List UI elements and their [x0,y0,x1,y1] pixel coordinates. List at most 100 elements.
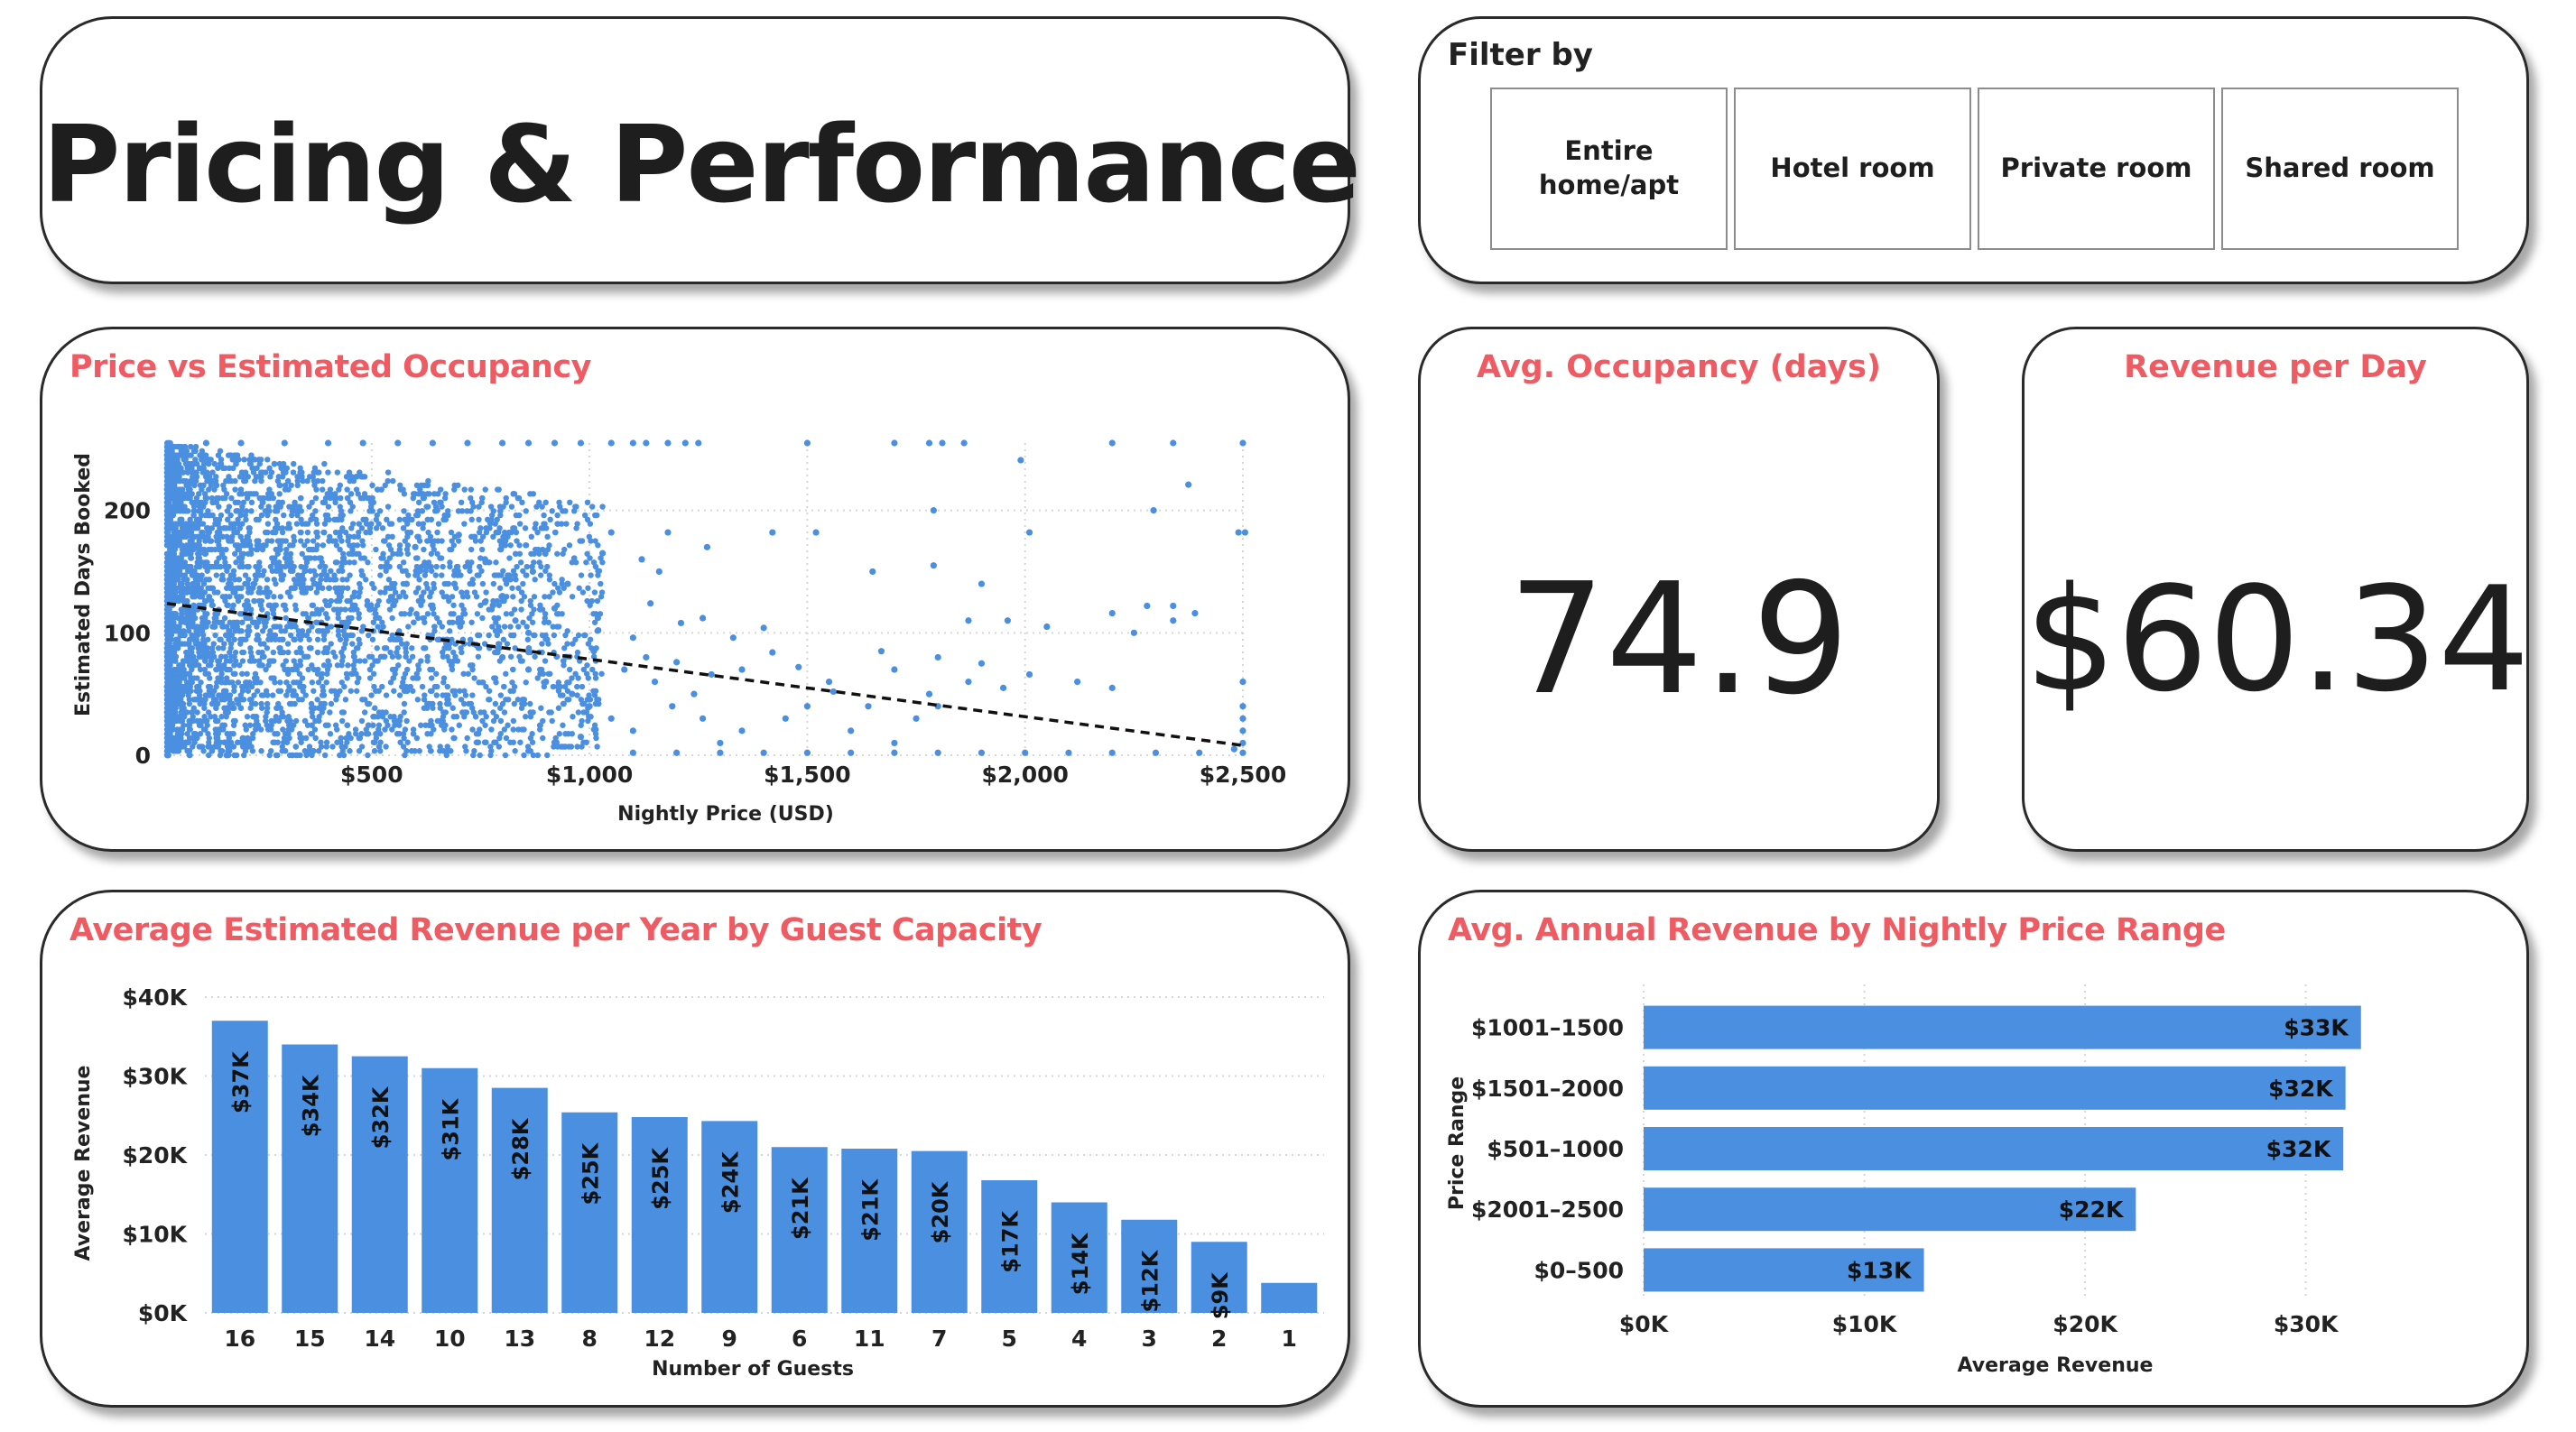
scatter-point-cloud [294,477,301,485]
scatter-point-cloud [326,585,333,591]
scatter-point-cloud [483,739,489,745]
page-title: Pricing & Performance [42,102,1361,226]
scatter-point-cloud [450,714,457,720]
scatter-point-cloud [383,709,389,716]
scatter-point-cloud [396,692,403,698]
scatter-point-cloud [335,614,341,622]
scatter-point-cloud [497,692,505,698]
scatter-point-cloud [164,752,171,759]
scatter-point-cloud [563,521,570,527]
scatter-point-cloud [271,624,277,630]
scatter-point-cloud [475,653,482,660]
scatter-point [1170,439,1177,447]
scatter-point [965,678,972,686]
scatter-point-cloud [368,653,375,660]
scatter-point-cloud [196,649,202,656]
scatter-point-cloud [566,666,573,673]
scatter-point-cloud [196,538,202,544]
scatter-point-cloud [268,748,274,754]
guests-x-tick-label: 13 [504,1326,535,1352]
scatter-point-cloud [313,486,320,493]
scatter-point-cloud [469,726,476,733]
scatter-point-cloud [233,559,239,566]
scatter-point-cloud [164,563,171,570]
scatter-point-cloud [523,679,529,686]
scatter-point [930,507,937,514]
filter-shared-room-button[interactable]: Shared room [2221,88,2459,250]
scatter-point-cloud [383,692,390,698]
scatter-point [681,439,689,447]
scatter-point [359,439,366,447]
scatter-point-cloud [414,533,421,540]
scatter-point-cloud [331,572,338,578]
filter-hotel-room-button[interactable]: Hotel room [1734,88,1971,250]
scatter-point [629,439,636,447]
scatter-point-cloud [314,542,320,549]
scatter-point-cloud [445,580,452,587]
scatter-point-cloud [507,688,514,694]
scatter-point-cloud [163,632,171,639]
scatter-point [869,568,876,576]
scatter-point-cloud [370,739,377,745]
scatter-point-cloud [584,499,591,506]
guests-x-tick-label: 14 [364,1326,395,1352]
scatter-point-cloud [310,546,316,553]
scatter-point-cloud [342,606,348,613]
scatter-point [1025,670,1033,679]
scatter-point-cloud [309,679,316,686]
scatter-point-cloud [501,683,507,690]
scatter-point [1130,629,1137,636]
scatter-point [939,439,946,447]
scatter-point-cloud [211,486,218,493]
scatter-point-cloud [279,525,286,531]
scatter-point-cloud [172,474,179,480]
scatter-point-cloud [524,636,532,642]
scatter-point-cloud [366,722,372,728]
scatter-point [551,605,559,612]
scatter-point [512,617,519,624]
scatter-point-cloud [496,525,503,531]
scatter-point-cloud [528,533,534,540]
scatter-point-cloud [369,482,375,489]
scatter-point-cloud [172,504,180,510]
scatter-point-cloud [555,611,562,617]
scatter-point-cloud [373,611,379,617]
scatter-point-cloud [266,589,273,596]
scatter-point-cloud [359,542,366,549]
scatter-point [865,703,872,710]
scatter-point-cloud [511,700,518,707]
scatter-point-cloud [220,662,227,669]
scatter-point-cloud [545,670,551,677]
scatter-point-cloud [223,585,230,591]
scatter-point-cloud [437,700,443,707]
price-range-y-tick-label: $0–500 [1534,1257,1624,1283]
scatter-point-cloud [208,546,215,553]
scatter-point-cloud [193,563,200,570]
scatter-point-cloud [488,726,495,733]
scatter-point-cloud [592,670,598,677]
scatter-point-cloud [209,499,216,506]
scatter-point-cloud [324,512,331,519]
guests-x-tick-label: 16 [224,1326,255,1352]
scatter-point-cloud [180,666,187,673]
scatter-point-cloud [344,675,350,681]
scatter-point-cloud [239,658,246,664]
scatter-point [1152,749,1160,756]
scatter-point-cloud [165,499,172,506]
scatter-point-cloud [257,726,264,733]
scatter-point-cloud [403,546,411,553]
filter-entire-home-button[interactable]: Entire home/apt [1490,88,1728,250]
filter-private-room-button[interactable]: Private room [1978,88,2215,250]
scatter-point-cloud [226,628,232,634]
scatter-point [643,439,650,447]
scatter-point-cloud [263,542,269,549]
scatter-point-cloud [435,521,442,527]
scatter-point-cloud [584,516,591,523]
scatter-point-cloud [183,611,190,617]
scatter-point-cloud [588,597,596,605]
scatter-point [433,507,440,514]
scatter-point-cloud [231,752,237,759]
scatter-point-cloud [357,585,364,591]
scatter-point [1230,745,1237,753]
scatter-point-cloud [357,555,365,561]
